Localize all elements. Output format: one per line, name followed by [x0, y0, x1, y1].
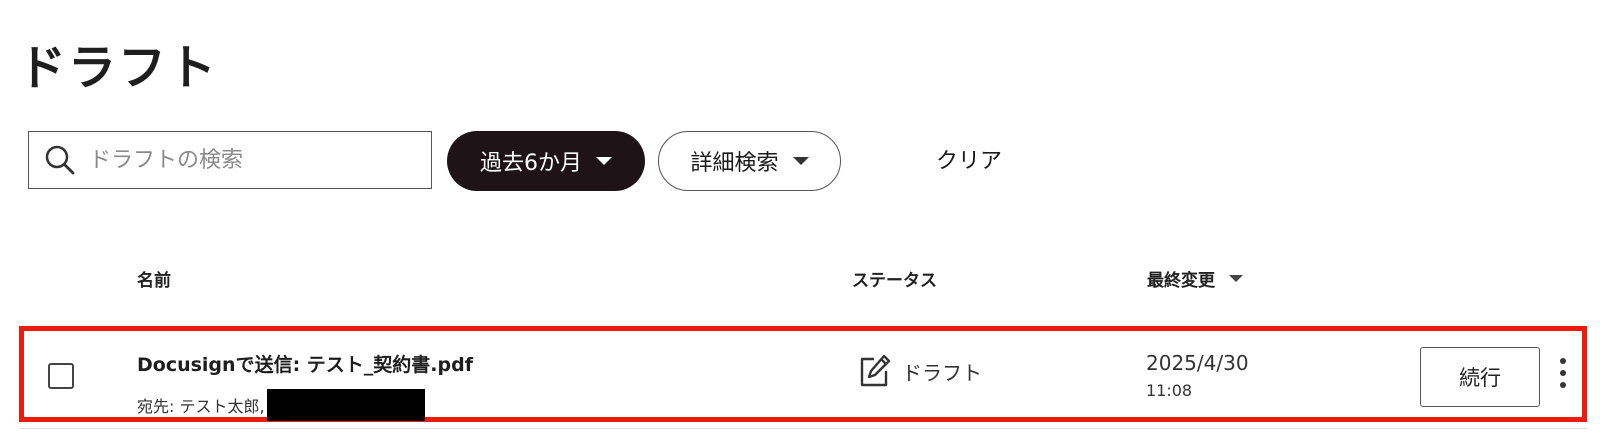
- search-input[interactable]: [87, 146, 421, 174]
- chevron-down-icon: [792, 157, 809, 165]
- recipient-label: 宛先: テスト太郎,: [137, 397, 265, 416]
- sort-caret-down-icon: [1229, 275, 1243, 282]
- continue-button[interactable]: 続行: [1420, 347, 1540, 407]
- row-checkbox[interactable]: [48, 363, 74, 389]
- row-divider: [19, 428, 1587, 429]
- search-icon: [43, 143, 77, 177]
- page-title: ドラフト: [18, 40, 219, 96]
- clear-button[interactable]: クリア: [936, 143, 1002, 175]
- status-cell: ドラフト: [856, 353, 982, 389]
- column-header-status-label: ステータス: [852, 271, 937, 291]
- last-modified-date: 2025/4/30: [1146, 351, 1249, 375]
- search-box[interactable]: [28, 131, 432, 189]
- column-header-name-label: 名前: [137, 271, 171, 291]
- more-vertical-icon[interactable]: [1553, 355, 1573, 397]
- edit-document-icon: [856, 353, 892, 389]
- redaction-block: [266, 389, 425, 421]
- table-row[interactable]: Docusignで送信: テスト_契約書.pdf 宛先: テスト太郎, ドラフト…: [19, 326, 1587, 422]
- advanced-search-dropdown[interactable]: 詳細検索: [658, 131, 841, 191]
- column-header-status: ステータス: [852, 266, 937, 291]
- chevron-down-icon: [596, 157, 612, 165]
- document-name[interactable]: Docusignで送信: テスト_契約書.pdf: [137, 350, 473, 377]
- status-text: ドラフト: [902, 360, 982, 385]
- date-filter-label: 過去6か月: [480, 151, 582, 176]
- advanced-search-label: 詳細検索: [690, 151, 779, 176]
- column-header-last-modified-label: 最終変更: [1147, 271, 1215, 291]
- column-header-name: 名前: [137, 266, 171, 291]
- date-filter-dropdown[interactable]: 過去6か月: [447, 131, 645, 191]
- recipient-info: 宛先: テスト太郎,: [137, 389, 425, 421]
- last-modified-time: 11:08: [1146, 381, 1193, 400]
- column-header-last-modified[interactable]: 最終変更: [1147, 266, 1243, 291]
